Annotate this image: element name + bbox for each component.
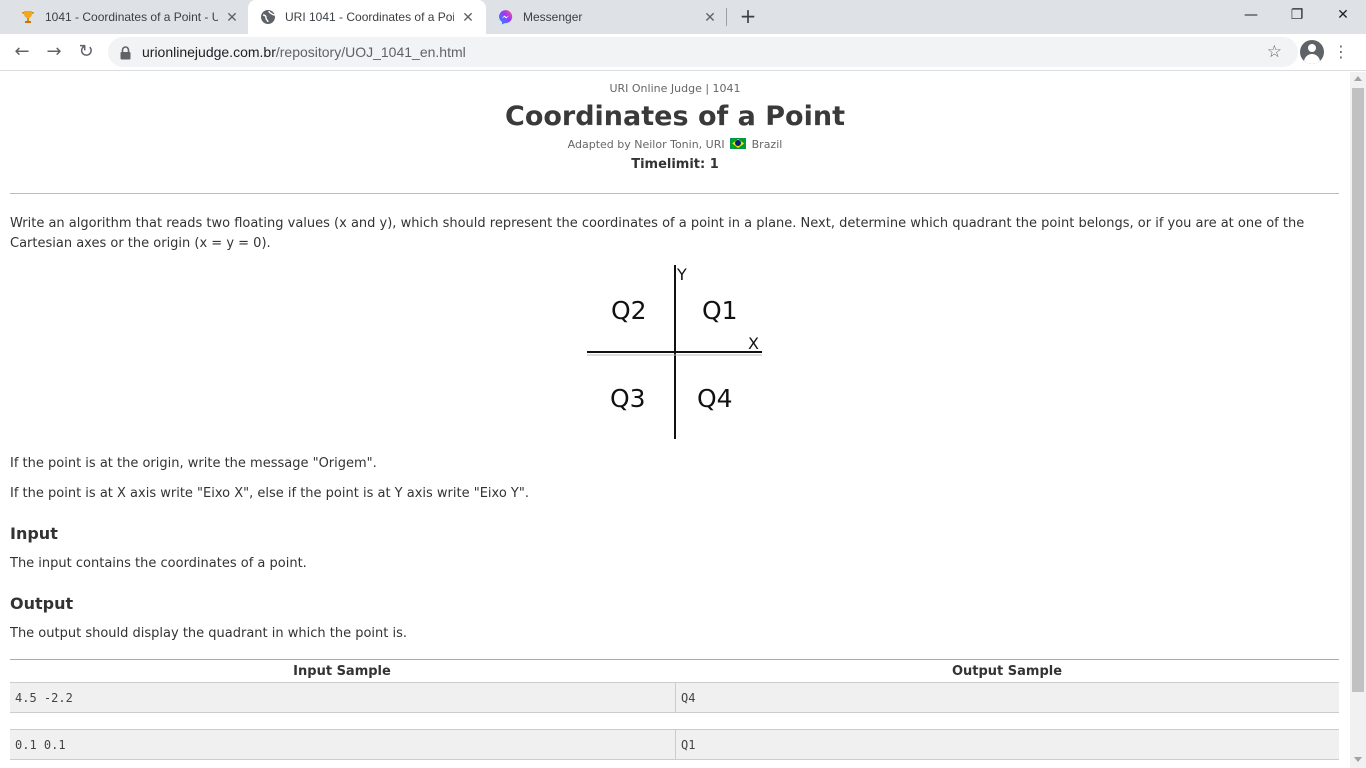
origin-rule: If the point is at the origin, write the… [10,456,377,471]
output-sample-header: Output Sample [951,664,1063,679]
restore-icon[interactable]: ❐ [1274,0,1320,30]
tab-separator [726,8,727,26]
quadrant-diagram: Y X Q2 Q1 Q3 Q4 [587,265,762,439]
sample-output-cell: Q4 [675,682,1339,713]
close-tab-icon[interactable]: ✕ [224,9,240,25]
axis-rule: If the point is at X axis write "Eixo X"… [10,486,529,501]
bookmark-star-icon[interactable]: ☆ [1267,42,1282,62]
scrollbar-thumb[interactable] [1352,88,1364,692]
x-axis-label: X [748,334,759,353]
messenger-icon [498,9,514,25]
browser-toolbar: ← → ↻ urionlinejudge.com.br/repository/U… [0,34,1366,71]
brazil-flag-icon [730,138,747,149]
input-text: The input contains the coordinates of a … [10,556,307,571]
quadrant-q4-label: Q4 [697,384,733,413]
reload-icon[interactable]: ↻ [73,39,99,65]
close-window-icon[interactable]: ✕ [1320,0,1366,30]
problem-description: Write an algorithm that reads two floati… [10,216,1305,251]
quadrant-q3-label: Q3 [610,384,646,413]
tab-title: Messenger [523,10,583,24]
address-bar[interactable]: urionlinejudge.com.br/repository/UOJ_104… [108,37,1298,67]
problem-page: URI Online Judge | 1041 Coordinates of a… [0,72,1350,768]
tab-uri-problem[interactable]: 1041 - Coordinates of a Point - U ✕ [8,0,246,34]
author-country: Brazil [751,138,783,151]
globe-icon [260,9,276,25]
timelimit: Timelimit: 1 [631,157,719,172]
minimize-icon[interactable]: — [1228,0,1274,30]
quadrant-q1-label: Q1 [702,296,738,325]
close-tab-icon[interactable]: ✕ [702,9,718,25]
tab-title: URI 1041 - Coordinates of a Poin [285,10,454,24]
profile-avatar-icon[interactable] [1300,40,1324,64]
sample-input-cell: 0.1 0.1 [10,729,675,760]
lock-icon[interactable] [120,45,131,64]
quadrant-q2-label: Q2 [611,296,647,325]
scroll-down-icon[interactable] [1354,757,1362,762]
tab-title: 1041 - Coordinates of a Point - U [45,10,218,24]
close-tab-icon[interactable]: ✕ [460,9,476,25]
judge-label: URI Online Judge | 1041 [609,82,741,95]
trophy-icon [20,9,36,25]
page-scrollbar[interactable] [1350,72,1366,768]
author-name: Adapted by Neilor Tonin, URI [567,138,725,151]
page-title: Coordinates of a Point [505,101,845,132]
forward-arrow-icon[interactable]: → [41,39,67,65]
url-text: urionlinejudge.com.br/repository/UOJ_104… [142,44,466,60]
new-tab-button[interactable]: + [736,5,760,29]
y-axis-label: Y [676,265,687,284]
scroll-up-icon[interactable] [1354,76,1362,81]
tab-strip: 1041 - Coordinates of a Point - U ✕ URI … [0,0,1366,34]
more-menu-icon[interactable]: ⋮ [1333,40,1349,64]
sample-input-cell: 4.5 -2.2 [10,682,675,713]
output-text: The output should display the quadrant i… [10,626,408,641]
output-heading: Output [10,594,74,613]
back-arrow-icon[interactable]: ← [9,39,35,65]
input-sample-header: Input Sample [293,664,391,679]
tab-uri-repository[interactable]: URI 1041 - Coordinates of a Poin ✕ [248,0,486,34]
url-path: /repository/UOJ_1041_en.html [275,44,466,60]
sample-output-cell: Q1 [675,729,1339,760]
input-heading: Input [10,524,58,543]
tab-messenger[interactable]: Messenger ✕ [486,0,724,34]
url-domain: urionlinejudge.com.br [142,44,276,60]
author-line: Adapted by Neilor Tonin, URI Brazil [0,138,1350,151]
sample-table-border [10,659,1339,660]
divider [10,193,1339,194]
